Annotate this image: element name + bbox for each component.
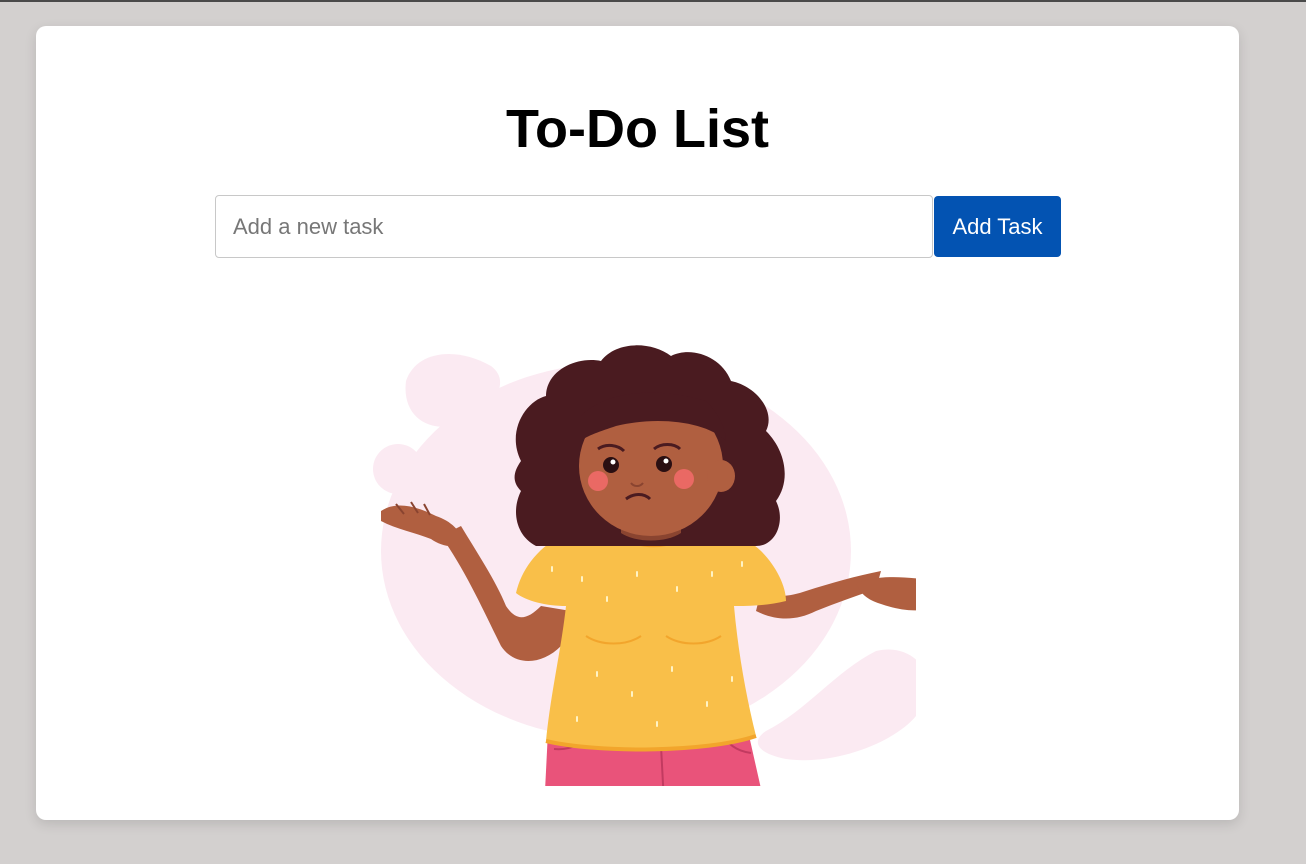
page-title: To-Do List bbox=[506, 99, 769, 159]
todo-card: To-Do List Add Task bbox=[36, 26, 1239, 820]
empty-state-illustration bbox=[373, 345, 916, 786]
task-form: Add Task bbox=[215, 195, 1061, 258]
new-task-input[interactable] bbox=[215, 195, 933, 258]
add-task-button[interactable]: Add Task bbox=[934, 196, 1061, 257]
